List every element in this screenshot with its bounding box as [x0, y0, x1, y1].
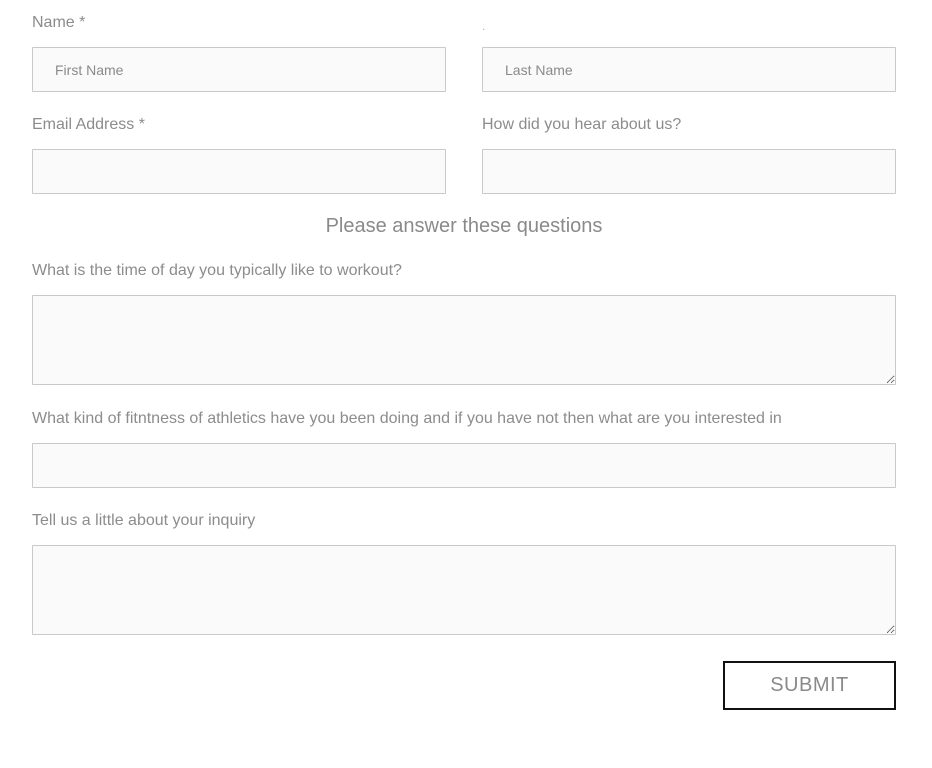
- hear-about-us-label: How did you hear about us?: [482, 116, 682, 133]
- name-label: Name *: [32, 14, 86, 31]
- hear-about-us-input[interactable]: [482, 149, 896, 194]
- last-name-input[interactable]: [482, 47, 896, 92]
- fitness-label: What kind of fitntness of athletics have…: [32, 410, 782, 427]
- inquiry-textarea[interactable]: [32, 545, 896, 635]
- workout-time-textarea[interactable]: [32, 295, 896, 385]
- workout-time-label: What is the time of day you typically li…: [32, 262, 402, 279]
- email-label: Email Address *: [32, 116, 145, 133]
- section-heading: Please answer these questions: [325, 215, 603, 237]
- fitness-input[interactable]: [32, 443, 896, 488]
- email-input[interactable]: [32, 149, 446, 194]
- last-name-label: .: [482, 19, 486, 33]
- inquiry-label: Tell us a little about your inquiry: [32, 512, 256, 529]
- first-name-input[interactable]: [32, 47, 446, 92]
- submit-button[interactable]: SUBMIT: [723, 661, 896, 710]
